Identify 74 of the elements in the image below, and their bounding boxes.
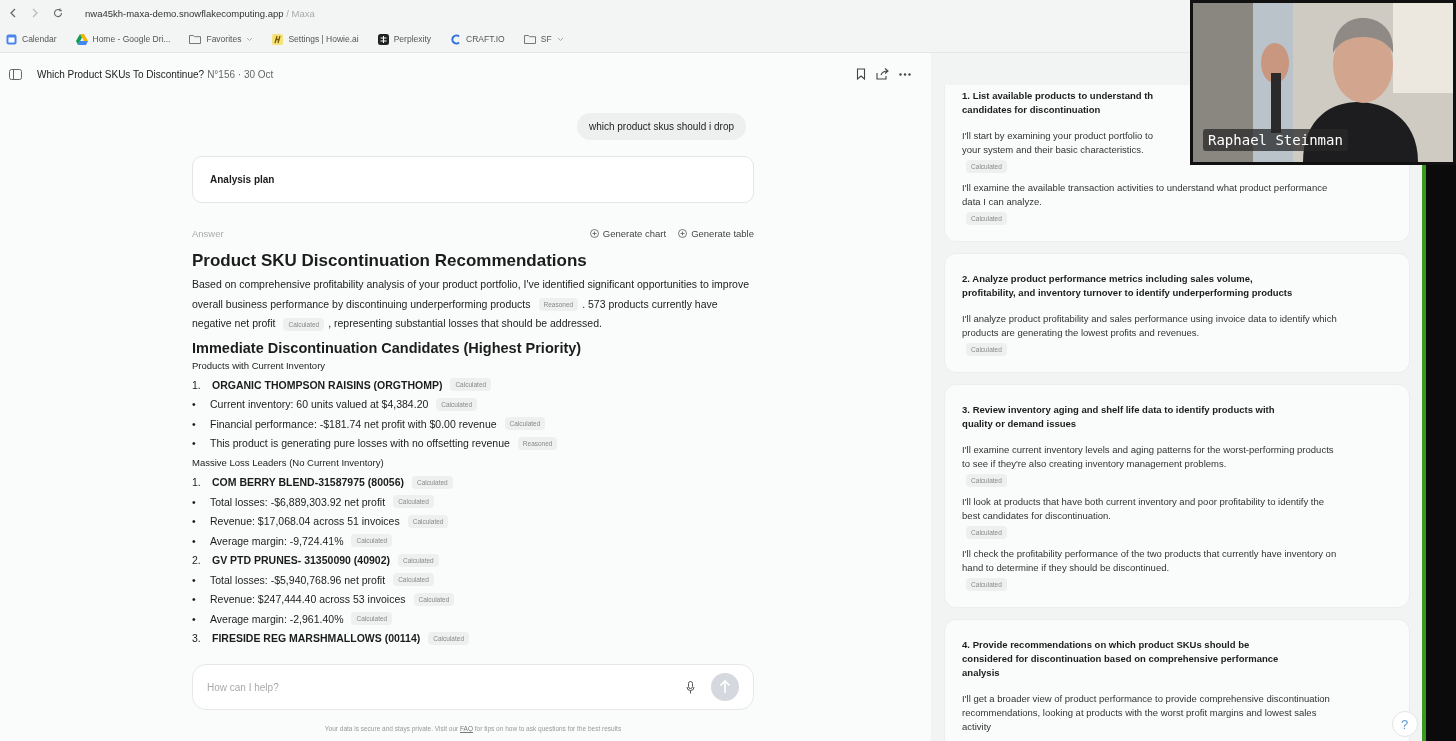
step-title: 3. Review inventory aging and shelf life data to identify products with quality or demand issues bbox=[962, 403, 1276, 431]
address-field[interactable]: nwa45kh-maxa-demo.snowflakecomputing.app / Maxa bbox=[85, 7, 315, 19]
list-marker: 1. bbox=[192, 378, 202, 391]
bookmark[interactable]: Perplexity bbox=[377, 33, 431, 45]
more-icon[interactable] bbox=[899, 72, 912, 76]
list-marker: • bbox=[192, 417, 197, 430]
list-marker: • bbox=[192, 398, 197, 411]
plus-circle-icon bbox=[589, 229, 599, 238]
triangle-logo-icon bbox=[75, 33, 88, 45]
caret-icon bbox=[556, 36, 564, 42]
bookmark[interactable]: Settings | Howie.ai bbox=[272, 33, 359, 45]
folder-icon bbox=[523, 34, 536, 44]
step-note: I'll look at products that have both current inventory and poor profitability to identify the best candidates for discontinuation. bbox=[962, 495, 1325, 523]
share-icon[interactable] bbox=[876, 68, 890, 80]
folder-icon bbox=[189, 34, 202, 44]
product-name: ORGANIC THOMPSON RAISINS (ORGTHOMP) bbox=[212, 378, 443, 391]
calendar-icon bbox=[6, 33, 17, 45]
list-marker: 2. bbox=[192, 554, 202, 567]
list-marker: 1. bbox=[192, 476, 202, 489]
bookmark[interactable]: Favorites bbox=[189, 34, 254, 44]
plus-circle-icon bbox=[678, 229, 688, 238]
product-name: FIRESIDE REG MARSHMALLOWS (00114) bbox=[212, 632, 421, 645]
bookmark[interactable]: CRAFT.IO bbox=[450, 33, 505, 45]
step-note: I'll examine the available transaction activities to understand what product performance data I can analyze. bbox=[962, 181, 1328, 209]
chat-title: Which Product SKUs To Discontinue? bbox=[37, 68, 205, 80]
list-item-text: This product is generating pure losses with no offsetting revenue bbox=[210, 437, 510, 450]
generate-button[interactable]: Generate table bbox=[678, 228, 754, 239]
product-name: GV PTD PRUNES- 31350090 (40902) bbox=[212, 554, 390, 567]
step-note: I'll get a broader view of product performance to provide comprehensive discontinuation recommendations, looking at products with the worst profit margins and lowest sales activity bbox=[962, 692, 1330, 734]
group-label: Products with Current Inventory bbox=[192, 359, 326, 371]
list-item-text: Total losses: -$5,940,768.96 net profit bbox=[210, 573, 386, 586]
step-note: I'll examine current inventory levels and aging patterns for the worst-performing products to see if they're also creating inventory management problems. bbox=[962, 443, 1334, 471]
microphone-icon[interactable] bbox=[686, 680, 695, 694]
sidebar-toggle-icon[interactable] bbox=[9, 68, 22, 80]
group-label: Massive Loss Leaders (No Current Inventory) bbox=[192, 457, 384, 469]
bookmark[interactable]: SF bbox=[523, 34, 564, 44]
list-marker: 3. bbox=[192, 632, 202, 645]
step-title: 2. Analyze product performance metrics including sales volume, profitability, and inventory turnover to identify underperforming products bbox=[962, 272, 1294, 300]
list-marker: • bbox=[192, 534, 197, 547]
step-note: I'll check the profitability performance of the two products that currently have inventory on hand to determine if they should be discontinued. bbox=[962, 547, 1337, 575]
answer-heading: Product SKU Discontinuation Recommendations bbox=[192, 251, 588, 271]
answer-label: Answer bbox=[192, 228, 224, 239]
analysis-plan-card[interactable]: Analysis plan bbox=[192, 156, 754, 203]
bookmark-icon[interactable] bbox=[856, 68, 867, 80]
product-name: COM BERRY BLEND-31587975 (80056) bbox=[212, 476, 404, 489]
caret-icon bbox=[246, 36, 254, 42]
list-item-text: Average margin: -2,961.40% bbox=[210, 612, 344, 625]
list-item-text: Current inventory: 60 units valued at $4,384.20 bbox=[210, 398, 429, 411]
list-marker: • bbox=[192, 612, 197, 625]
step-note: I'll analyze product profitability and sales performance using invoice data to identify which products are generating the lowest profits and revenues. bbox=[962, 312, 1337, 340]
c-logo-icon bbox=[450, 33, 461, 45]
reload-icon[interactable] bbox=[53, 8, 63, 18]
step-title: 1. List available products to understand th candidates for discontinuation bbox=[962, 89, 1155, 117]
list-item-text: Revenue: $247,444.40 across 53 invoices bbox=[210, 593, 406, 606]
list-item-text: Total losses: -$6,889,303.92 net profit bbox=[210, 495, 386, 508]
participant-name: Raphael Steinman bbox=[1203, 129, 1348, 151]
bookmark[interactable]: Home - Google Dri... bbox=[75, 33, 171, 45]
list-marker: • bbox=[192, 593, 197, 606]
list-item-text: Financial performance: -$181.74 net profit with $0.00 revenue bbox=[210, 417, 497, 430]
list-item-text: Revenue: $17,068.04 across 51 invoices bbox=[210, 515, 400, 528]
list-marker: • bbox=[192, 495, 197, 508]
user-message: which product skus should i drop bbox=[576, 113, 746, 140]
list-item-text: Average margin: -9,724.41% bbox=[210, 534, 344, 547]
step-title: 4. Provide recommendations on which product SKUs should be considered for discontinuation based on comprehensive performance analysis bbox=[962, 638, 1280, 680]
bookmark[interactable]: Calendar bbox=[6, 33, 57, 45]
h-logo-icon bbox=[272, 33, 284, 45]
back-icon[interactable] bbox=[9, 8, 17, 18]
list-marker: • bbox=[192, 437, 197, 450]
list-marker: • bbox=[192, 515, 197, 528]
section-heading: Immediate Discontinuation Candidates (Highest Priority) bbox=[192, 339, 583, 356]
generate-button[interactable]: Generate chart bbox=[589, 228, 667, 239]
list-marker: • bbox=[192, 573, 197, 586]
step-note: I'll start by examining your product portfolio to your system and their basic characteristics. bbox=[962, 129, 1153, 157]
chat-meta: N°156 · 30 Oct bbox=[207, 68, 274, 80]
